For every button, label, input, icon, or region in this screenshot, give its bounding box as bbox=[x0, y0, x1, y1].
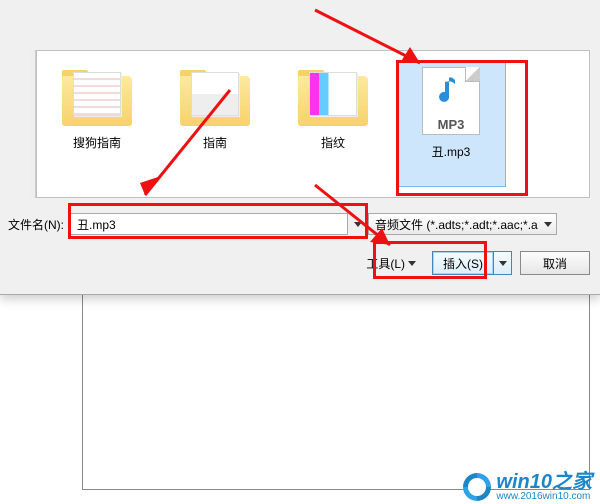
insert-button-group: 插入(S) bbox=[432, 251, 512, 275]
file-label: 指南 bbox=[203, 134, 227, 151]
file-label: 丑.mp3 bbox=[432, 143, 471, 160]
file-list[interactable]: 搜狗指南 指南 指纹 MP3 bbox=[36, 50, 590, 198]
cancel-button-label: 取消 bbox=[543, 255, 567, 272]
filename-row: 文件名(N): 音频文件 (*.adts;*.adt;*.aac;*.a bbox=[8, 212, 590, 236]
dialog-buttons-row: 工具(L) 插入(S) 取消 bbox=[0, 248, 590, 278]
folder-item[interactable]: 指南 bbox=[160, 61, 270, 187]
insert-button[interactable]: 插入(S) bbox=[432, 251, 494, 275]
watermark-brand: win10之家 bbox=[496, 472, 592, 492]
file-label: 搜狗指南 bbox=[73, 134, 121, 151]
folder-icon bbox=[298, 66, 368, 126]
insert-dropdown[interactable] bbox=[494, 251, 512, 275]
folder-item[interactable]: 指纹 bbox=[278, 61, 388, 187]
tools-menu[interactable]: 工具(L) bbox=[366, 255, 416, 272]
chevron-down-icon bbox=[544, 222, 552, 227]
cancel-button[interactable]: 取消 bbox=[520, 251, 590, 275]
folder-item[interactable]: 搜狗指南 bbox=[42, 61, 152, 187]
chevron-down-icon bbox=[408, 261, 416, 266]
filename-dropdown-icon[interactable] bbox=[354, 222, 362, 227]
tools-label: 工具(L) bbox=[366, 255, 405, 272]
file-type-filter[interactable]: 音频文件 (*.adts;*.adt;*.aac;*.a bbox=[368, 213, 557, 235]
open-file-dialog: 搜狗指南 指南 指纹 MP3 bbox=[0, 0, 600, 295]
watermark-url: www.2016win10.com bbox=[496, 492, 592, 502]
watermark-logo-icon bbox=[463, 473, 491, 501]
mp3-file-item[interactable]: MP3 丑.mp3 bbox=[396, 61, 506, 187]
mp3-badge: MP3 bbox=[423, 117, 479, 132]
folder-icon bbox=[180, 66, 250, 126]
filename-input[interactable] bbox=[70, 213, 348, 235]
watermark-text: win10之家 www.2016win10.com bbox=[496, 472, 592, 502]
folder-icon bbox=[62, 66, 132, 126]
music-note-icon bbox=[435, 76, 459, 106]
file-label: 指纹 bbox=[321, 134, 345, 151]
mp3-file-icon: MP3 bbox=[422, 67, 480, 135]
file-type-filter-label: 音频文件 (*.adts;*.adt;*.aac;*.a bbox=[375, 216, 538, 233]
chevron-down-icon bbox=[499, 261, 507, 266]
filename-label: 文件名(N): bbox=[8, 216, 64, 233]
insert-button-label: 插入(S) bbox=[443, 255, 483, 272]
watermark: win10之家 www.2016win10.com bbox=[463, 472, 592, 502]
